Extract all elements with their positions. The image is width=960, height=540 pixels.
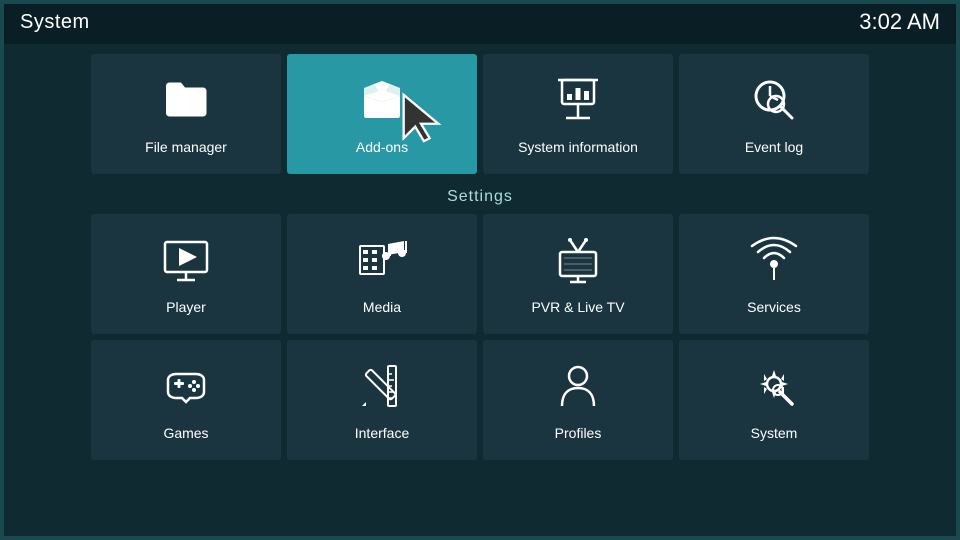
services-label: Services	[747, 299, 801, 315]
player-label: Player	[166, 299, 206, 315]
main-content: File manager Add-ons	[0, 44, 960, 460]
settings-row-1: Player	[60, 214, 900, 334]
gear-wrench-icon	[748, 360, 800, 417]
system-information-label: System information	[518, 139, 638, 155]
film-music-icon	[356, 234, 408, 291]
tile-interface[interactable]: Interface	[287, 340, 477, 460]
box-icon	[356, 74, 408, 131]
settings-label: Settings	[60, 182, 900, 214]
system-label: System	[751, 425, 798, 441]
pencil-ruler-icon	[356, 360, 408, 417]
tile-system[interactable]: System	[679, 340, 869, 460]
file-manager-label: File manager	[145, 139, 227, 155]
pvr-live-tv-label: PVR & Live TV	[531, 299, 624, 315]
chart-presentation-icon	[552, 74, 604, 131]
tile-games[interactable]: Games	[91, 340, 281, 460]
tile-player[interactable]: Player	[91, 214, 281, 334]
settings-row-2: Games Interface	[60, 340, 900, 460]
play-monitor-icon	[160, 234, 212, 291]
header: System 3:02 AM	[0, 0, 960, 44]
tile-system-information[interactable]: System information	[483, 54, 673, 174]
broadcast-icon	[748, 234, 800, 291]
tile-add-ons[interactable]: Add-ons	[287, 54, 477, 174]
top-row: File manager Add-ons	[60, 44, 900, 182]
gamepad-icon	[160, 360, 212, 417]
profiles-label: Profiles	[555, 425, 602, 441]
media-label: Media	[363, 299, 401, 315]
games-label: Games	[163, 425, 208, 441]
folder-icon	[160, 74, 212, 131]
app-title: System	[20, 11, 90, 34]
add-ons-label: Add-ons	[356, 139, 408, 155]
clock-magnify-icon	[748, 74, 800, 131]
tile-profiles[interactable]: Profiles	[483, 340, 673, 460]
event-log-label: Event log	[745, 139, 803, 155]
clock: 3:02 AM	[859, 9, 940, 35]
tile-services[interactable]: Services	[679, 214, 869, 334]
tile-media[interactable]: Media	[287, 214, 477, 334]
tv-antenna-icon	[552, 234, 604, 291]
interface-label: Interface	[355, 425, 409, 441]
tile-file-manager[interactable]: File manager	[91, 54, 281, 174]
person-icon	[552, 360, 604, 417]
tile-event-log[interactable]: Event log	[679, 54, 869, 174]
tile-pvr-live-tv[interactable]: PVR & Live TV	[483, 214, 673, 334]
